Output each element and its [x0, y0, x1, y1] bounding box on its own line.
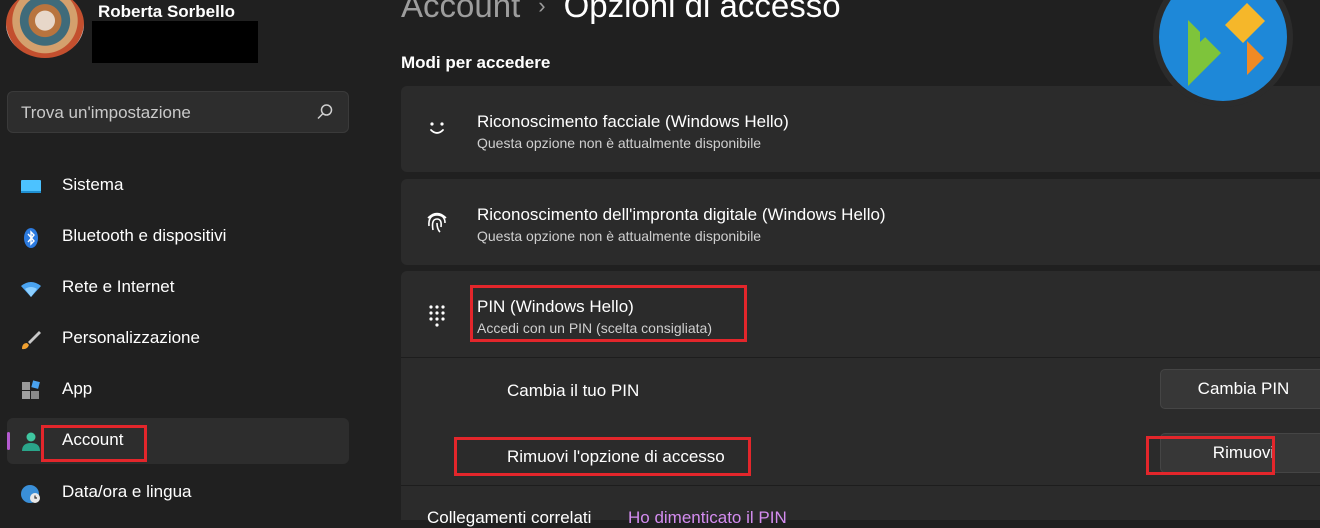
- sidebar-item-sistema[interactable]: Sistema: [7, 163, 349, 209]
- sidebar-item-personalizzazione[interactable]: Personalizzazione: [7, 316, 349, 362]
- option-subtitle: Questa opzione non è attualmente disponi…: [477, 228, 762, 244]
- avatar[interactable]: [6, 0, 84, 58]
- wifi-icon: [21, 282, 41, 297]
- divider: [401, 357, 1320, 358]
- option-title: PIN (Windows Hello): [477, 297, 634, 316]
- option-pin: PIN (Windows Hello) Accedi con un PIN (s…: [401, 271, 1320, 520]
- search-placeholder: Trova un'impostazione: [21, 103, 191, 122]
- monitor-icon: [21, 180, 41, 193]
- sidebar: Roberta Sorbello Trova un'impostazione S…: [0, 0, 370, 520]
- sidebar-item-label: Rete e Internet: [62, 277, 175, 296]
- keypad-icon: [429, 305, 445, 327]
- bluetooth-icon: [24, 228, 38, 248]
- sidebar-item-label: Data/ora e lingua: [62, 482, 192, 501]
- sidebar-item-account[interactable]: Account: [7, 418, 349, 464]
- selection-indicator: [7, 432, 10, 450]
- sidebar-item-data-ora[interactable]: Data/ora e lingua: [7, 470, 349, 516]
- divider: [401, 485, 1320, 486]
- sidebar-item-label: Bluetooth e dispositivi: [62, 226, 227, 245]
- person-icon: [22, 432, 40, 451]
- user-name: Roberta Sorbello: [98, 2, 235, 21]
- remove-signin-label: Rimuovi l'opzione di accesso: [507, 447, 725, 466]
- pin-header[interactable]: PIN (Windows Hello) Accedi con un PIN (s…: [401, 271, 1320, 357]
- brand-logo: [1153, 0, 1293, 107]
- apps-icon: [22, 380, 40, 399]
- search-icon[interactable]: [316, 103, 334, 121]
- forgot-pin-link[interactable]: Ho dimenticato il PIN: [628, 508, 787, 528]
- breadcrumb-parent[interactable]: Account: [401, 0, 520, 24]
- option-title: Riconoscimento dell'impronta digitale (W…: [477, 205, 886, 224]
- page-title: Opzioni di accesso: [563, 0, 841, 24]
- change-pin-button[interactable]: Cambia PIN: [1160, 369, 1320, 409]
- redacted-email: [92, 21, 258, 63]
- remove-button[interactable]: Rimuovi: [1160, 433, 1320, 473]
- sidebar-item-rete[interactable]: Rete e Internet: [7, 265, 349, 311]
- fingerprint-icon: [427, 212, 447, 233]
- option-subtitle: Accedi con un PIN (scelta consigliata): [477, 320, 712, 336]
- search-input[interactable]: Trova un'impostazione: [7, 91, 349, 133]
- sidebar-item-bluetooth[interactable]: Bluetooth e dispositivi: [7, 214, 349, 260]
- related-links-label: Collegamenti correlati: [427, 508, 592, 527]
- breadcrumb-separator: ›: [538, 0, 546, 18]
- sidebar-item-label: Personalizzazione: [62, 328, 200, 347]
- sidebar-item-app[interactable]: App: [7, 367, 349, 413]
- globe-clock-icon: [21, 485, 40, 503]
- sidebar-item-label: App: [62, 379, 93, 398]
- sidebar-item-label: Sistema: [62, 175, 124, 194]
- option-title: Riconoscimento facciale (Windows Hello): [477, 112, 789, 131]
- option-fingerprint[interactable]: Riconoscimento dell'impronta digitale (W…: [401, 179, 1320, 265]
- change-pin-label: Cambia il tuo PIN: [507, 381, 640, 400]
- section-title: Modi per accedere: [401, 53, 551, 72]
- sidebar-item-label: Account: [62, 430, 124, 449]
- brush-icon: [22, 331, 41, 350]
- breadcrumb: Account › Opzioni di accesso: [401, 0, 841, 25]
- option-subtitle: Questa opzione non è attualmente disponi…: [477, 135, 762, 151]
- face-icon: [430, 122, 444, 134]
